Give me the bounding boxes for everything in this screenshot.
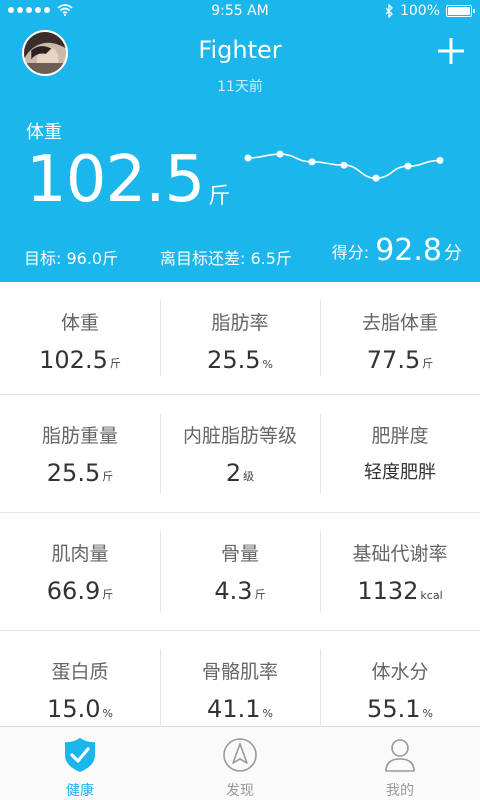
goal-text: 目标: 96.0斤 [24,249,119,268]
bluetooth-icon [385,4,393,18]
metric-cell[interactable]: 骨骼肌率 41.1% [160,631,320,726]
metric-value: 25.5 [207,346,261,374]
weight-display: 102.5 斤 [26,144,230,216]
trend-point [244,154,252,162]
battery-fill [448,7,470,15]
metric-value: 41.1 [207,695,261,723]
metric-cell[interactable]: 基础代谢率 1132 kcal [320,513,480,630]
metrics-row: 蛋白质 15.0% 骨骼肌率 41.1% 体水分 55.1% [0,631,480,726]
trend-point [276,150,284,158]
goal-row: 目标: 96.0斤 离目标还差: 6.5斤 得分: 92.8 分 [24,233,462,271]
metric-unit: 级 [243,470,255,483]
metric-cell[interactable]: 体水分 55.1% [320,631,480,726]
score-label: 得分: [331,243,370,262]
metrics-grid: 体重 102.5 斤 脂肪率 25.5% 去脂体重 77.5 斤 脂肪重量 25.5… [0,282,480,726]
metric-label: 骨骼肌率 [201,661,278,683]
plus-icon[interactable] [436,36,466,66]
metric-value: 1132 [357,577,419,605]
metric-cell[interactable]: 内脏脂肪等级 2级 [160,395,320,512]
tab-label: 我的 [386,783,414,799]
metric-unit: kcal [420,589,443,602]
compass-icon [223,738,257,772]
shield-check-icon [65,738,95,772]
metric-unit: 斤 [254,588,266,601]
metric-label: 基础代谢率 [352,543,448,565]
metric-value: 25.5 [46,459,101,487]
metric-value: 15.0 [47,695,101,723]
metrics-row: 肌肉量 66.9 斤 骨量 4.3 斤 基础代谢率 1132 kcal [0,513,480,631]
metric-value: 77.5 [366,346,421,374]
score-unit: 分 [444,243,462,264]
username: Fighter [198,36,282,64]
tab-discover[interactable]: 发现 [160,727,320,800]
metric-cell[interactable]: 去脂体重 77.5 斤 [320,282,480,394]
trend-point [308,158,316,166]
weight-label: 体重 [26,122,62,143]
tab-bar: 健康 发现 我的 [0,726,480,800]
metric-unit: % [422,707,433,720]
header: 9:55 AM 100% Fighter 11天前 体重 102.5 斤 目标:… [0,0,480,282]
metric-label: 去脂体重 [361,312,438,334]
trend-point [436,156,444,164]
metric-unit: 斤 [109,357,121,370]
tab-label: 健康 [66,783,94,799]
metric-value: 66.9 [46,577,101,605]
metric-unit: 斤 [102,588,114,601]
status-bar: 9:55 AM 100% [0,0,480,24]
metric-value: 2 [225,459,242,487]
metric-cell[interactable]: 体重 102.5 斤 [0,282,160,394]
tab-label: 发现 [226,783,254,799]
metric-label: 骨量 [220,543,259,565]
weight-unit: 斤 [208,184,231,209]
metric-label: 肥胖度 [371,425,429,447]
metric-unit: % [102,707,113,720]
goal-diff-text: 离目标还差: 6.5斤 [160,249,292,268]
user-icon [385,739,415,772]
last-updated: 11天前 [217,79,263,95]
battery-icon [446,5,475,17]
metric-cell[interactable]: 骨量 4.3 斤 [160,513,320,630]
score-value: 92.8 [375,233,442,268]
weight-value: 102.5 [26,143,205,217]
metric-cell[interactable]: 脂肪率 25.5% [160,282,320,394]
metrics-row: 体重 102.5 斤 脂肪率 25.5% 去脂体重 77.5 斤 [0,282,480,395]
metric-cell[interactable]: 脂肪重量 25.5 斤 [0,395,160,512]
trend-point [404,162,412,170]
metric-label: 脂肪重量 [41,425,118,447]
score: 得分: 92.8 分 [332,233,462,269]
tab-profile[interactable]: 我的 [320,727,480,800]
metric-value: 4.3 [214,577,253,605]
metric-cell[interactable]: 肥胖度 轻度肥胖 [320,395,480,512]
metric-label: 蛋白质 [51,661,109,683]
metric-unit: % [262,707,273,720]
metric-unit: 斤 [422,357,434,370]
battery-percent: 100% [399,3,440,19]
metric-cell[interactable]: 肌肉量 66.9 斤 [0,513,160,630]
tab-health[interactable]: 健康 [0,727,160,800]
metric-value: 55.1 [367,695,421,723]
metric-label: 体重 [60,312,99,334]
trend-point [340,161,348,169]
metric-cell[interactable]: 蛋白质 15.0% [0,631,160,726]
metric-unit: % [262,358,273,371]
metrics-row: 脂肪重量 25.5 斤 内脏脂肪等级 2级 肥胖度 轻度肥胖 [0,395,480,513]
metric-label: 体水分 [371,661,429,683]
metric-value: 轻度肥胖 [364,462,436,483]
metric-label: 脂肪率 [211,312,269,334]
trend-point [372,174,380,182]
weight-trend-chart[interactable] [238,126,450,190]
metric-unit: 斤 [102,470,114,483]
metric-value: 102.5 [39,346,108,374]
metric-label: 内脏脂肪等级 [182,425,297,447]
metric-label: 肌肉量 [51,543,109,565]
